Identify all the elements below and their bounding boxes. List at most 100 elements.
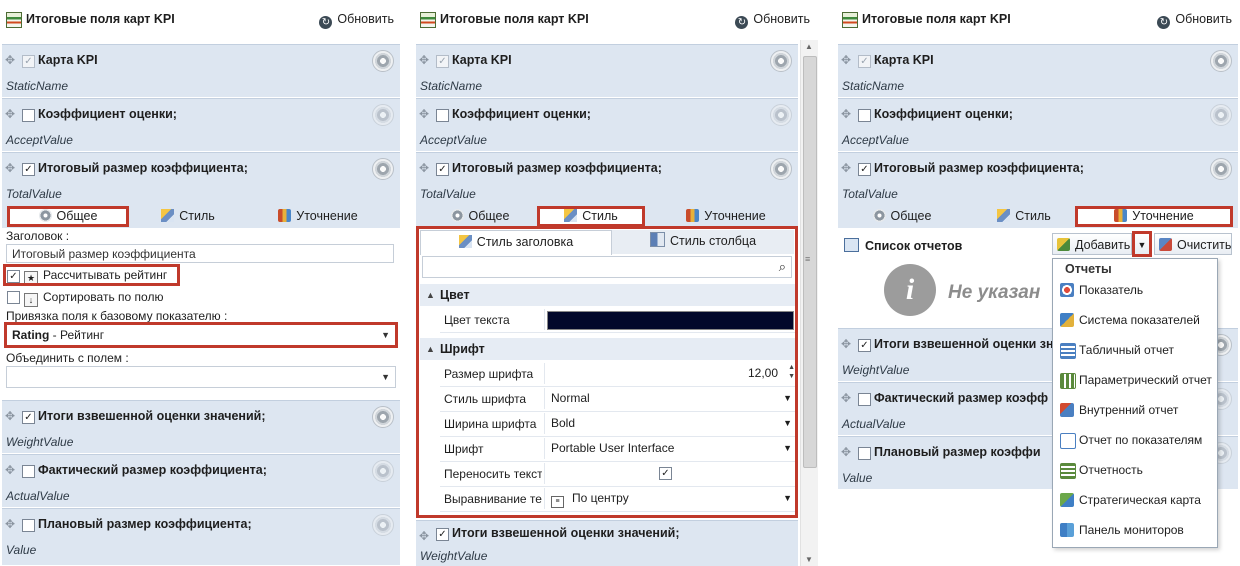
scroll-down-icon[interactable]: ▼: [805, 555, 813, 564]
field-row[interactable]: ✥ Коэффициент оценки; AcceptValue: [838, 98, 1238, 151]
field-row[interactable]: ✥ Коэффициент оценки; AcceptValue: [416, 98, 798, 151]
field-checkbox[interactable]: [858, 447, 871, 460]
drag-handle-icon[interactable]: ✥: [5, 410, 17, 422]
field-checkbox[interactable]: ✓: [858, 163, 871, 176]
settings-gear-icon[interactable]: [1210, 50, 1232, 72]
settings-gear-icon[interactable]: [1210, 158, 1232, 180]
field-checkbox[interactable]: [858, 393, 871, 406]
field-checkbox[interactable]: [22, 519, 35, 532]
add-button[interactable]: Добавить: [1052, 233, 1132, 255]
wrap-text-checkbox[interactable]: ✓: [659, 467, 672, 480]
clear-button[interactable]: Очистить: [1154, 233, 1232, 255]
tab-general[interactable]: Общее: [440, 207, 520, 226]
tab-refine[interactable]: Уточнение: [676, 207, 776, 226]
settings-gear-icon[interactable]: [372, 460, 394, 482]
settings-gear-icon[interactable]: [372, 406, 394, 428]
section-color[interactable]: ▲ Цвет: [420, 284, 798, 306]
drag-handle-icon[interactable]: ✥: [419, 530, 431, 542]
scroll-up-icon[interactable]: ▲: [805, 42, 813, 51]
drag-handle-icon[interactable]: ✥: [419, 54, 431, 66]
drag-handle-icon[interactable]: ✥: [5, 464, 17, 476]
menu-item-reporting[interactable]: Отчетность: [1057, 457, 1213, 483]
field-row[interactable]: ✥ Коэффициент оценки; AcceptValue: [2, 98, 400, 151]
field-row[interactable]: ✥ Фактический размер коэффициента; Actua…: [2, 454, 400, 507]
field-row[interactable]: ✥ ✓ Карта KPI StaticName: [838, 44, 1238, 97]
field-row-expanded[interactable]: ✥ ✓ Итоговый размер коэффициента; TotalV…: [416, 152, 798, 205]
vertical-scrollbar[interactable]: ▲ ≡ ▼: [800, 40, 818, 566]
alignment-select[interactable]: ≡ По центру ▼: [544, 488, 798, 509]
settings-gear-icon[interactable]: [372, 50, 394, 72]
tab-style[interactable]: Стиль: [148, 207, 228, 226]
font-weight-select[interactable]: Bold ▼: [544, 413, 798, 434]
tab-general[interactable]: Общее: [7, 206, 129, 227]
menu-item-parametric-report[interactable]: Параметрический отчет: [1057, 367, 1213, 393]
tab-style[interactable]: Стиль: [537, 206, 645, 227]
tab-general[interactable]: Общее: [862, 207, 942, 226]
section-font[interactable]: ▲ Шрифт: [420, 338, 798, 360]
settings-gear-icon[interactable]: [372, 158, 394, 180]
caption-input[interactable]: Итоговый размер коэффициента: [6, 244, 394, 263]
tab-column-style[interactable]: Стиль столбца: [612, 230, 794, 254]
menu-item-strategy-map[interactable]: Стратегическая карта: [1057, 487, 1213, 513]
menu-item-indicator-report[interactable]: Отчет по показателям: [1057, 427, 1213, 453]
settings-gear-icon[interactable]: [770, 158, 792, 180]
tab-header-style[interactable]: Стиль заголовка: [420, 230, 612, 255]
drag-handle-icon[interactable]: ✥: [841, 108, 853, 120]
field-row[interactable]: ✥ ✓ Итоги взвешенной оценки значений; We…: [2, 400, 400, 453]
drag-handle-icon[interactable]: ✥: [841, 446, 853, 458]
menu-item-dashboard[interactable]: Панель мониторов: [1057, 517, 1213, 543]
sort-checkbox[interactable]: [7, 291, 20, 304]
field-row[interactable]: ✥ ✓ Карта KPI StaticName: [2, 44, 400, 97]
drag-handle-icon[interactable]: ✥: [5, 108, 17, 120]
field-row-expanded[interactable]: ✥ ✓ Итоговый размер коэффициента; TotalV…: [2, 152, 400, 205]
color-swatch[interactable]: [547, 311, 794, 330]
text-color-picker[interactable]: [544, 309, 798, 330]
menu-item-internal-report[interactable]: Внутренний отчет: [1057, 397, 1213, 423]
field-checkbox[interactable]: ✓: [22, 163, 35, 176]
settings-gear-icon[interactable]: [1210, 104, 1232, 126]
field-checkbox[interactable]: ✓: [858, 339, 871, 352]
property-search-input[interactable]: ⌕: [422, 256, 792, 278]
menu-item-indicator[interactable]: Показатель: [1057, 277, 1213, 303]
binding-select[interactable]: Rating - Рейтинг ▼: [6, 324, 396, 346]
drag-handle-icon[interactable]: ✥: [841, 392, 853, 404]
settings-gear-icon[interactable]: [372, 514, 394, 536]
drag-handle-icon[interactable]: ✥: [841, 54, 853, 66]
refresh-button[interactable]: ↻ Обновить: [735, 12, 810, 29]
refresh-button[interactable]: ↻ Обновить: [1157, 12, 1232, 29]
tab-refine[interactable]: Уточнение: [268, 207, 368, 226]
settings-gear-icon[interactable]: [372, 104, 394, 126]
field-checkbox[interactable]: ✓: [436, 528, 449, 541]
merge-select[interactable]: ▼: [6, 366, 396, 388]
field-row[interactable]: ✥ Плановый размер коэффициента; Value: [2, 508, 400, 565]
tab-refine[interactable]: Уточнение: [1075, 206, 1233, 227]
drag-handle-icon[interactable]: ✥: [419, 108, 431, 120]
font-select[interactable]: Portable User Interface ▼: [544, 438, 798, 459]
drag-handle-icon[interactable]: ✥: [419, 162, 431, 174]
drag-handle-icon[interactable]: ✥: [841, 338, 853, 350]
field-checkbox[interactable]: [436, 109, 449, 122]
refresh-button[interactable]: ↻ Обновить: [319, 12, 394, 29]
stepper-arrows-icon[interactable]: ▲ ▼: [788, 363, 795, 381]
calc-rating-checkbox[interactable]: ✓: [7, 270, 20, 283]
tab-style[interactable]: Стиль: [984, 207, 1064, 226]
menu-item-indicator-system[interactable]: Система показателей: [1057, 307, 1213, 333]
drag-handle-icon[interactable]: ✥: [5, 54, 17, 66]
field-checkbox[interactable]: ✓: [22, 411, 35, 424]
drag-handle-icon[interactable]: ✥: [5, 162, 17, 174]
drag-handle-icon[interactable]: ✥: [5, 518, 17, 530]
field-row[interactable]: ✥ ✓ Карта KPI StaticName: [416, 44, 798, 97]
settings-gear-icon[interactable]: [770, 50, 792, 72]
add-dropdown-button[interactable]: ▼: [1134, 233, 1150, 255]
menu-item-table-report[interactable]: Табличный отчет: [1057, 337, 1213, 363]
field-checkbox[interactable]: [22, 109, 35, 122]
field-checkbox[interactable]: [858, 109, 871, 122]
field-checkbox[interactable]: [22, 465, 35, 478]
settings-gear-icon[interactable]: [770, 104, 792, 126]
field-row-expanded[interactable]: ✥ ✓ Итоговый размер коэффициента; TotalV…: [838, 152, 1238, 205]
font-style-select[interactable]: Normal ▼: [544, 388, 798, 409]
drag-handle-icon[interactable]: ✥: [841, 162, 853, 174]
field-checkbox[interactable]: ✓: [436, 163, 449, 176]
field-row[interactable]: ✥ ✓ Итоги взвешенной оценки значений; We…: [416, 520, 798, 566]
font-size-stepper[interactable]: 12,00 ▲ ▼: [544, 363, 798, 384]
